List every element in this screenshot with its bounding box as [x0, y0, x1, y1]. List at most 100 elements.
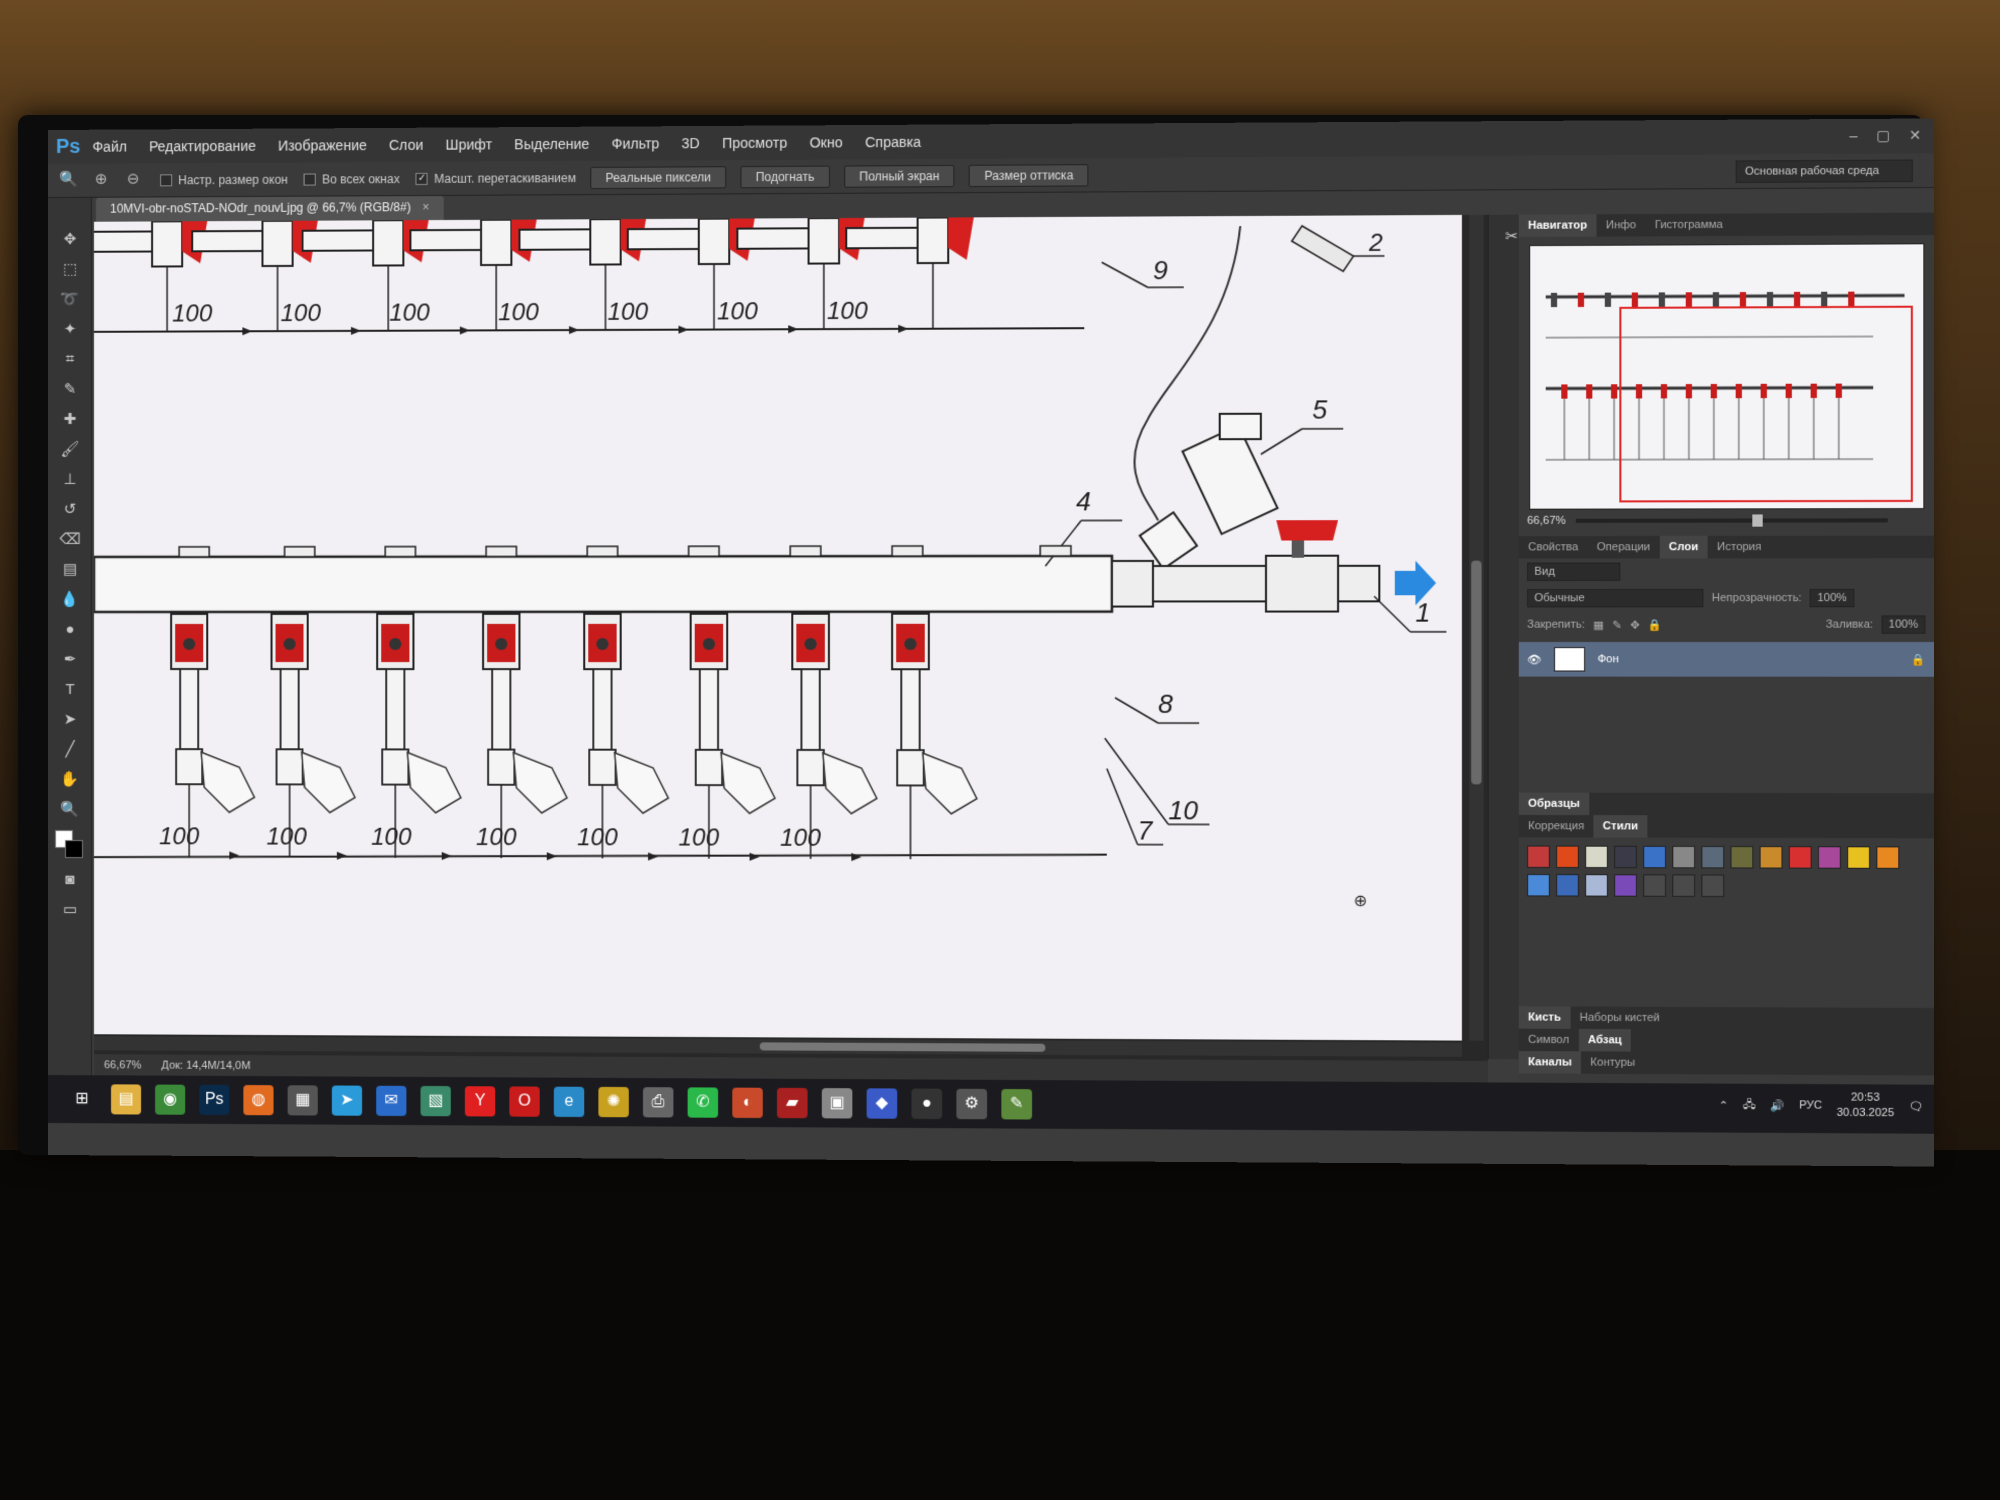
- zoom-in-icon[interactable]: ⊕: [90, 169, 112, 191]
- chrome-icon[interactable]: ◉: [155, 1084, 186, 1115]
- vertical-scrollbar[interactable]: [1469, 214, 1484, 1041]
- menu-filter[interactable]: Фильтр: [612, 135, 660, 151]
- status-doc-size[interactable]: Док: 14,4M/14,0M: [161, 1060, 250, 1072]
- lasso-tool-icon[interactable]: ➰: [55, 286, 85, 314]
- printer-icon[interactable]: ⎙: [642, 1087, 674, 1118]
- pen-tool-icon[interactable]: ✒: [55, 646, 85, 674]
- menu-edit[interactable]: Редактирование: [149, 138, 256, 155]
- type-tool-icon[interactable]: T: [55, 676, 85, 704]
- style-swatch[interactable]: [1527, 845, 1550, 868]
- app-note-icon[interactable]: ✎: [1001, 1089, 1033, 1120]
- menu-3d[interactable]: 3D: [682, 135, 700, 151]
- restore-button[interactable]: ▢: [1876, 127, 1890, 144]
- app-box-icon[interactable]: ▣: [821, 1088, 853, 1119]
- tab-channels[interactable]: Каналы: [1518, 1051, 1582, 1074]
- vertical-scroll-thumb[interactable]: [1471, 560, 1482, 785]
- resize-windows-option[interactable]: Настр. размер окон: [160, 172, 288, 187]
- file-explorer-icon[interactable]: ▤: [111, 1084, 142, 1115]
- language-indicator[interactable]: РУС: [1799, 1099, 1822, 1111]
- actual-pixels-button[interactable]: Реальные пиксели: [590, 165, 727, 189]
- notifications-icon[interactable]: 🗨: [1909, 1099, 1924, 1112]
- tab-paths[interactable]: Контуры: [1581, 1056, 1644, 1069]
- tab-paragraph[interactable]: Абзац: [1578, 1028, 1632, 1052]
- mail-icon[interactable]: ✉: [376, 1085, 407, 1117]
- opacity-input[interactable]: 100%: [1810, 588, 1854, 608]
- lock-brush-icon[interactable]: ✎: [1612, 618, 1622, 631]
- whatsapp-icon[interactable]: ✆: [687, 1087, 719, 1118]
- tab-info[interactable]: Инфо: [1596, 219, 1645, 231]
- tab-navigator[interactable]: Навигатор: [1518, 214, 1597, 238]
- tab-properties[interactable]: Свойства: [1519, 541, 1588, 553]
- style-swatch[interactable]: [1585, 874, 1608, 897]
- edge-icon[interactable]: e: [553, 1086, 585, 1118]
- style-swatch[interactable]: [1614, 845, 1637, 869]
- volume-icon[interactable]: 🔊: [1770, 1099, 1784, 1112]
- menu-view[interactable]: Просмотр: [722, 135, 787, 152]
- photoshop-icon[interactable]: Ps: [199, 1084, 230, 1116]
- horizontal-scroll-thumb[interactable]: [759, 1042, 1046, 1052]
- app-rainbow-icon[interactable]: ◐: [732, 1087, 763, 1119]
- style-swatch[interactable]: [1701, 874, 1725, 897]
- eyedropper-tool-icon[interactable]: ✎: [55, 376, 85, 404]
- tab-brush[interactable]: Кисть: [1518, 1006, 1571, 1029]
- app-green-icon[interactable]: ▧: [420, 1085, 451, 1117]
- style-swatch[interactable]: [1759, 846, 1783, 869]
- style-swatch[interactable]: [1585, 845, 1608, 869]
- chevron-up-icon[interactable]: ⌃: [1719, 1098, 1729, 1111]
- zoom-out-icon[interactable]: ⊖: [122, 169, 144, 191]
- style-swatch[interactable]: [1730, 845, 1754, 869]
- navigator-zoom-slider[interactable]: [1576, 514, 1889, 527]
- style-swatch[interactable]: [1527, 874, 1550, 897]
- all-windows-checkbox[interactable]: [303, 173, 316, 186]
- navigator-zoom-value[interactable]: 66,67%: [1527, 515, 1566, 527]
- tab-layers[interactable]: Слои: [1659, 535, 1708, 559]
- gradient-tool-icon[interactable]: ▤: [55, 556, 85, 584]
- scrubby-zoom-option[interactable]: ✓ Масшт. перетаскиванием: [415, 171, 576, 186]
- blend-mode-select[interactable]: Обычные: [1527, 588, 1704, 608]
- resize-windows-checkbox[interactable]: [160, 173, 173, 186]
- move-tool-icon[interactable]: ✥: [55, 226, 85, 254]
- lock-pixels-icon[interactable]: ▦: [1593, 618, 1604, 631]
- lock-all-icon[interactable]: 🔒: [1648, 618, 1662, 631]
- close-document-icon[interactable]: ×: [422, 200, 429, 214]
- magic-wand-tool-icon[interactable]: ✦: [55, 316, 85, 344]
- all-windows-option[interactable]: Во всех окнах: [303, 172, 400, 187]
- document-tab[interactable]: 10MVI-obr-noSTAD-NOdr_nouvLjpg @ 66,7% (…: [96, 195, 444, 222]
- tab-styles[interactable]: Стили: [1593, 815, 1648, 838]
- status-zoom[interactable]: 66,67%: [104, 1059, 141, 1071]
- network-icon[interactable]: 🖧: [1743, 1095, 1756, 1114]
- fill-screen-button[interactable]: Полный экран: [843, 164, 955, 188]
- marquee-tool-icon[interactable]: ⬚: [55, 256, 85, 284]
- style-swatch[interactable]: [1701, 845, 1725, 869]
- history-brush-tool-icon[interactable]: ↺: [55, 496, 85, 524]
- tab-histogram[interactable]: Гистограмма: [1645, 219, 1732, 232]
- blur-tool-icon[interactable]: 💧: [55, 586, 85, 614]
- style-swatch[interactable]: [1817, 846, 1841, 869]
- style-swatch[interactable]: [1672, 874, 1696, 897]
- style-swatch[interactable]: [1643, 845, 1667, 869]
- tab-character[interactable]: Символ: [1519, 1034, 1579, 1046]
- color-swatches[interactable]: [54, 830, 85, 860]
- document-canvas[interactable]: 100 100 100 100 100 100 100 2 5 4 1 8 10…: [94, 214, 1462, 1041]
- close-button[interactable]: ✕: [1909, 127, 1921, 144]
- windows-start-icon[interactable]: ⊞: [66, 1084, 98, 1115]
- eraser-tool-icon[interactable]: ⌫: [55, 526, 85, 554]
- navigator-view-rect[interactable]: [1618, 305, 1913, 503]
- workspace-select[interactable]: Основная рабочая среда: [1735, 159, 1913, 183]
- layer-row[interactable]: 👁 Фон 🔒: [1518, 641, 1934, 677]
- clock[interactable]: 20:53 30.03.2025: [1837, 1090, 1894, 1121]
- zoom-tool-icon[interactable]: 🔍: [55, 796, 85, 824]
- tab-actions[interactable]: Операции: [1587, 541, 1659, 553]
- print-size-button[interactable]: Размер оттиска: [969, 163, 1089, 187]
- dodge-tool-icon[interactable]: ●: [55, 616, 85, 644]
- minimize-button[interactable]: –: [1849, 127, 1857, 144]
- layer-filter-select[interactable]: Вид: [1527, 562, 1621, 581]
- style-swatch[interactable]: [1556, 845, 1579, 869]
- scrubby-zoom-checkbox[interactable]: ✓: [415, 172, 429, 185]
- menu-select[interactable]: Выделение: [514, 136, 589, 153]
- zoom-tool-icon[interactable]: 🔍: [58, 169, 80, 191]
- path-select-tool-icon[interactable]: ➤: [55, 706, 85, 734]
- stamp-tool-icon[interactable]: ⊥: [55, 466, 85, 494]
- app-red-icon[interactable]: ▰: [777, 1087, 808, 1119]
- fill-input[interactable]: 100%: [1881, 615, 1926, 634]
